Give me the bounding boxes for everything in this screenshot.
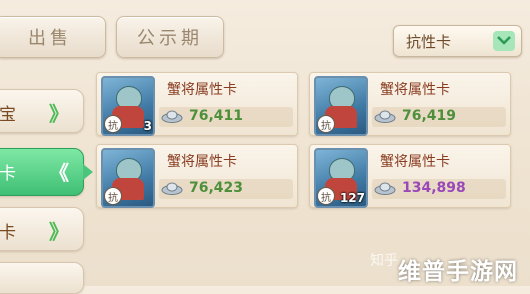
sidebar-item-treasure[interactable]: 宝 》 — [0, 89, 84, 133]
listing-card[interactable]: 抗 3 蟹将属性卡 76,411 — [96, 72, 298, 136]
watermark-brand: 维普手游网 — [398, 259, 518, 285]
filter-selected: 抗性卡 — [406, 33, 452, 51]
price-row: 134,898 — [372, 179, 506, 199]
stack-count: 3 — [143, 119, 152, 133]
sidebar-item-label: 卡 — [0, 164, 16, 184]
item-price: 76,423 — [189, 180, 244, 196]
listing-card[interactable]: 抗 蟹将属性卡 76,419 — [309, 72, 511, 136]
silver-ingot-icon — [374, 110, 396, 123]
item-name: 蟹将属性卡 — [167, 82, 237, 98]
watermark-prefix: 知乎 — [370, 253, 398, 269]
resist-badge: 抗 — [317, 115, 335, 133]
sidebar-item-more[interactable] — [0, 262, 84, 294]
chevron-left-icon: 《 — [49, 161, 69, 185]
item-price: 76,411 — [189, 108, 244, 124]
silver-ingot-icon — [161, 110, 183, 123]
silver-ingot-icon — [161, 182, 183, 195]
listing-card[interactable]: 抗 127 蟹将属性卡 134,898 — [309, 144, 511, 208]
card-item-icon: 抗 — [314, 76, 368, 136]
card-item-icon: 抗 127 — [314, 148, 368, 208]
listing-card[interactable]: 抗 蟹将属性卡 76,423 — [96, 144, 298, 208]
chevron-right-icon: 》 — [49, 102, 69, 126]
filter-dropdown[interactable]: 抗性卡 — [393, 25, 522, 57]
sidebar-item-card-active[interactable]: 卡 《 — [0, 148, 93, 196]
stack-count: 127 — [339, 191, 365, 205]
price-row: 76,411 — [159, 107, 293, 127]
tab-sell[interactable]: 出售 — [0, 16, 106, 58]
top-bar: 出售 公示期 抗性卡 — [0, 0, 530, 60]
card-item-icon: 抗 3 — [101, 76, 155, 136]
resist-badge: 抗 — [317, 187, 335, 205]
chevron-right-icon: 》 — [49, 220, 69, 244]
card-item-icon: 抗 — [101, 148, 155, 208]
resist-badge: 抗 — [104, 187, 122, 205]
item-price: 134,898 — [402, 180, 466, 196]
sidebar-item-card[interactable]: 卡 》 — [0, 207, 84, 251]
price-row: 76,419 — [372, 107, 506, 127]
item-name: 蟹将属性卡 — [380, 82, 450, 98]
price-row: 76,423 — [159, 179, 293, 199]
tab-notice-period[interactable]: 公示期 — [116, 16, 224, 58]
item-price: 76,419 — [402, 108, 457, 124]
resist-badge: 抗 — [104, 115, 122, 133]
silver-ingot-icon — [374, 182, 396, 195]
item-name: 蟹将属性卡 — [167, 154, 237, 170]
sidebar-item-label: 卡 — [0, 223, 16, 243]
item-name: 蟹将属性卡 — [380, 154, 450, 170]
chevron-down-icon — [493, 31, 515, 51]
sidebar-item-label: 宝 — [0, 105, 16, 125]
